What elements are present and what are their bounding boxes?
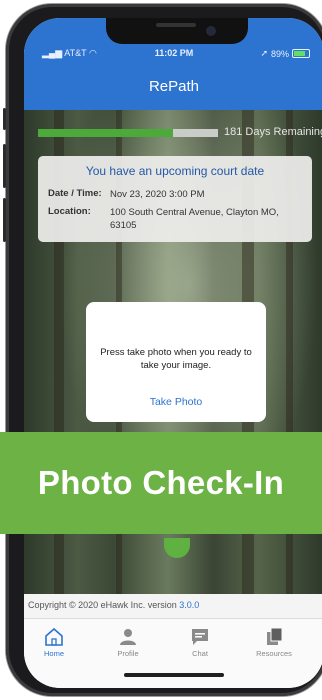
status-bar: ▂▄▆ AT&T ◠ 11:02 PM ➚ 89% <box>24 48 322 62</box>
tab-resources[interactable]: Resources <box>244 627 304 658</box>
version-link[interactable]: 3.0.0 <box>179 600 199 610</box>
volume-up-button <box>3 144 6 188</box>
volume-down-button <box>3 198 6 242</box>
date-row: Date / Time: Nov 23, 2020 3:00 PM <box>48 188 308 202</box>
battery-percent: 89% <box>270 48 289 59</box>
bottom-tab-bar: Home Profile Chat Resources <box>24 618 322 688</box>
battery-icon <box>292 49 310 58</box>
progress-fill <box>38 129 173 137</box>
take-photo-button[interactable]: Take Photo <box>86 396 266 408</box>
location-label: Location: <box>48 206 91 217</box>
location-row: Location: 100 South Central Avenue, Clay… <box>48 206 308 236</box>
tab-chat[interactable]: Chat <box>170 627 230 658</box>
phone-frame: ▂▄▆ AT&T ◠ 11:02 PM ➚ 89% RePath 181 Day… <box>3 4 322 696</box>
tab-profile-label: Profile <box>117 649 139 658</box>
notch <box>106 18 248 44</box>
profile-icon <box>120 629 136 645</box>
dialog-message: Press take photo when you ready to take … <box>100 347 252 371</box>
tab-resources-label: Resources <box>256 649 292 658</box>
resources-icon <box>267 627 283 645</box>
app-title: RePath <box>148 78 200 95</box>
status-right: ➚ 89% <box>260 48 310 59</box>
silent-switch <box>3 108 6 130</box>
chat-icon <box>192 629 208 645</box>
photo-dialog: Press take photo when you ready to take … <box>86 302 266 422</box>
tab-chat-label: Chat <box>192 649 208 658</box>
progress-track <box>38 129 218 137</box>
court-date-card[interactable]: You have an upcoming court date Date / T… <box>38 156 312 242</box>
location-arrow-icon: ➚ <box>260 48 268 58</box>
speaker <box>156 23 196 27</box>
front-camera <box>206 26 216 36</box>
tab-home-label: Home <box>43 649 64 658</box>
home-icon <box>45 627 63 646</box>
tab-profile[interactable]: Profile <box>98 627 158 658</box>
tab-home[interactable]: Home <box>24 627 84 658</box>
date-value: Nov 23, 2020 3:00 PM <box>110 189 205 200</box>
location-value: 100 South Central Avenue, Clayton MO, 63… <box>110 207 279 231</box>
copyright-text: Copyright © 2020 eHawk Inc. version 3.0.… <box>28 600 200 610</box>
court-card-title: You have an upcoming court date <box>85 164 265 178</box>
banner-title: Photo Check-In <box>37 464 285 501</box>
date-label: Date / Time: <box>48 188 102 199</box>
days-remaining-label: 181 Days Remaining <box>224 126 322 138</box>
sentence-progress: 181 Days Remaining <box>38 126 322 140</box>
photo-check-in-banner: Photo Check-In <box>0 432 322 534</box>
app-screen: ▂▄▆ AT&T ◠ 11:02 PM ➚ 89% RePath 181 Day… <box>24 18 322 688</box>
home-indicator <box>124 673 224 677</box>
copyright-bar: Copyright © 2020 eHawk Inc. version 3.0.… <box>24 594 322 618</box>
